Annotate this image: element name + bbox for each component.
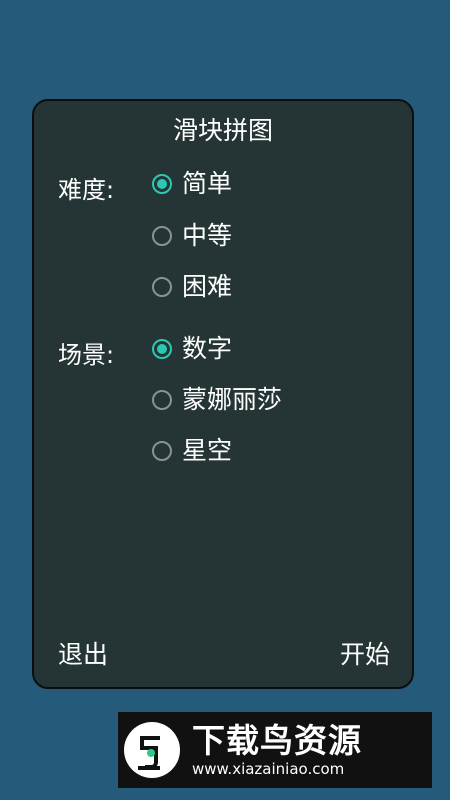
scene-option-label: 数字	[182, 334, 233, 363]
difficulty-option-medium[interactable]: 中等	[152, 219, 232, 253]
watermark-banner: 下载鸟资源 www.xiazainiao.com	[118, 712, 432, 788]
difficulty-option-label: 简单	[182, 169, 233, 198]
scene-option-label: 蒙娜丽莎	[182, 385, 283, 414]
exit-button[interactable]: 退出	[58, 639, 108, 671]
radio-checked-icon[interactable]	[152, 174, 172, 194]
dialog-title: 滑块拼图	[172, 116, 273, 145]
watermark-title: 下载鸟资源	[192, 721, 362, 760]
start-button[interactable]: 开始	[340, 639, 390, 671]
difficulty-label: 难度:	[58, 176, 115, 204]
watermark-url: www.xiazainiao.com	[192, 760, 345, 778]
scene-option-starry-sky[interactable]: 星空	[152, 434, 232, 468]
puzzle-settings-dialog: 滑块拼图 难度: 简单 中等 困难 场景: 数字 蒙娜丽莎 星空 退出 开始	[32, 99, 414, 689]
difficulty-option-easy[interactable]: 简单	[152, 167, 232, 201]
radio-unchecked-icon[interactable]	[152, 441, 172, 461]
difficulty-option-hard[interactable]: 困难	[152, 270, 232, 304]
difficulty-option-label: 困难	[182, 272, 233, 301]
scene-option-numbers[interactable]: 数字	[152, 332, 232, 366]
bird-logo-icon	[124, 722, 180, 778]
radio-checked-icon[interactable]	[152, 339, 172, 359]
radio-unchecked-icon[interactable]	[152, 277, 172, 297]
radio-unchecked-icon[interactable]	[152, 226, 172, 246]
difficulty-option-label: 中等	[182, 221, 233, 250]
radio-unchecked-icon[interactable]	[152, 390, 172, 410]
scene-label: 场景:	[58, 341, 115, 369]
scene-option-mona-lisa[interactable]: 蒙娜丽莎	[152, 383, 282, 417]
scene-option-label: 星空	[182, 436, 233, 465]
